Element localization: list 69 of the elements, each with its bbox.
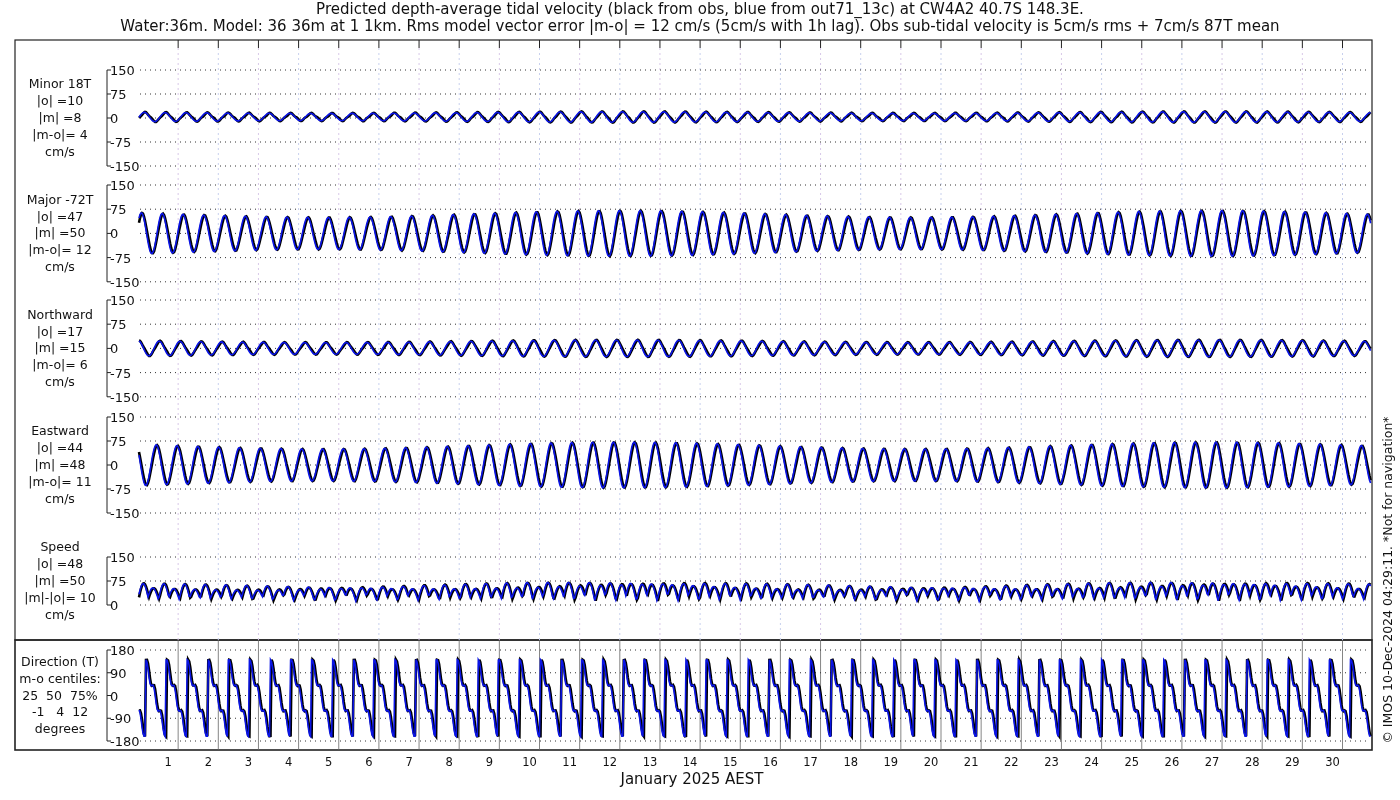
panel-label: Major -72T |o| =47 |m| =50 |m-o|= 12 cm/s — [26, 191, 94, 274]
panel-label: Minor 18T |o| =10 |m| =8 |m-o|= 4 cm/s — [28, 76, 92, 159]
y-tick-label: -75 — [110, 250, 132, 266]
x-tick-label: 24 — [1084, 755, 1099, 769]
y-tick-label: 0 — [110, 111, 119, 126]
x-tick-label: 4 — [284, 755, 293, 769]
x-tick-label: 18 — [843, 755, 858, 769]
x-tick-label: 14 — [682, 755, 698, 769]
y-tick-label: 0 — [110, 226, 119, 242]
y-tick-label: -150 — [110, 159, 140, 174]
y-tick-label: -150 — [110, 274, 140, 290]
x-tick-label: 22 — [1004, 755, 1019, 769]
y-tick-label: -75 — [110, 135, 132, 150]
x-tick-label: 12 — [602, 755, 618, 769]
y-tick-label: 150 — [110, 550, 135, 565]
x-tick-label: 9 — [485, 755, 493, 769]
y-tick-label: -150 — [110, 389, 140, 405]
x-tick-label: 15 — [722, 755, 738, 769]
x-tick-label: 23 — [1044, 755, 1059, 769]
y-tick-label: -150 — [110, 506, 140, 521]
y-tick-label: 180 — [110, 643, 135, 658]
x-tick-label: 16 — [763, 755, 778, 769]
y-tick-label: 75 — [110, 434, 127, 449]
y-tick-label: 0 — [110, 458, 119, 473]
x-tick-label: 26 — [1164, 755, 1180, 769]
y-tick-label: 150 — [110, 293, 135, 308]
y-tick-label: 150 — [110, 178, 135, 193]
panel-label: Eastward |o| =44 |m| =48 |m-o|= 11 cm/s — [28, 423, 92, 506]
x-tick-label: 11 — [562, 755, 577, 769]
panel-label: Speed |o| =48 |m| =50 |m|-|o|= 10 cm/s — [24, 539, 96, 622]
x-tick-label: 20 — [923, 755, 939, 769]
y-tick-label: 75 — [110, 87, 127, 102]
x-tick-label: 3 — [244, 755, 253, 769]
x-tick-label: 28 — [1244, 755, 1260, 769]
y-tick-label: 150 — [110, 63, 135, 78]
x-tick-label: 8 — [445, 755, 453, 769]
y-tick-label: 75 — [110, 202, 127, 218]
y-tick-label: -75 — [110, 482, 132, 497]
x-tick-label: 1 — [164, 755, 172, 769]
y-tick-label: 90 — [110, 665, 127, 681]
y-axis — [106, 556, 112, 606]
x-tick-label: 7 — [405, 755, 413, 769]
y-tick-label: -75 — [110, 365, 132, 381]
x-tick-label: 5 — [325, 755, 333, 769]
chart-title: Water:36m. Model: 36 36m at 1 1km. Rms model vector error |m-o| = 12 cm/s (5cm/s with 1h lag). Obs sub-tidal velocity is 5cm/s rms + 7cm/s 87T mean — [120, 17, 1280, 35]
y-tick-label: -90 — [110, 711, 132, 727]
x-tick-label: 30 — [1325, 755, 1340, 769]
x-tick-label: 17 — [803, 755, 818, 769]
x-tick-label: 27 — [1204, 755, 1220, 769]
x-tick-label: 21 — [963, 755, 979, 769]
x-tick-label: 10 — [522, 755, 537, 769]
y-tick-label: 75 — [110, 317, 127, 333]
y-tick-label: 75 — [110, 574, 127, 589]
x-axis-title: January 2025 AEST — [620, 770, 764, 788]
chart-title: Predicted depth-average tidal velocity (black from obs, blue from out71_13c) at CW4A2 40.7S 148.3E. — [316, 0, 1084, 18]
x-tick-label: 19 — [883, 755, 899, 769]
x-tick-label: 13 — [642, 755, 658, 769]
x-tick-label: 25 — [1124, 755, 1140, 769]
x-tick-label: 29 — [1285, 755, 1300, 769]
panel-label: Northward |o| =17 |m| =15 |m-o|= 6 cm/s — [27, 306, 93, 389]
y-tick-label: -180 — [110, 734, 140, 749]
y-tick-label: 0 — [110, 688, 119, 704]
y-tick-label: 0 — [110, 598, 119, 613]
panel-label: Direction (T) m-o centiles: 25 50 75% -1 4 12 degrees — [19, 653, 101, 737]
x-tick-label: 6 — [365, 755, 373, 769]
y-tick-label: 150 — [110, 410, 135, 425]
y-tick-label: 0 — [110, 341, 119, 357]
x-tick-label: 2 — [204, 755, 212, 769]
copyright-note: © IMOS 10-Dec-2024 04:29:11. *Not for navigation* — [1380, 416, 1395, 744]
